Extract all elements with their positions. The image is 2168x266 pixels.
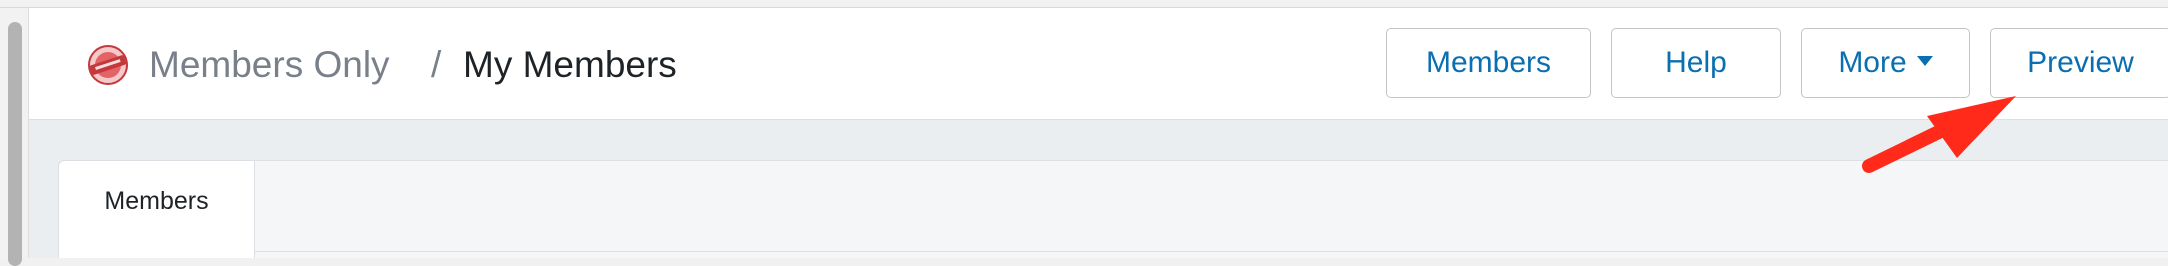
- breadcrumb-parent-link[interactable]: Members Only: [149, 44, 390, 86]
- red-arrow-annotation-icon: [1862, 96, 2016, 173]
- more-dropdown-button[interactable]: More: [1801, 28, 1970, 98]
- preview-button-label: Preview: [2027, 46, 2134, 79]
- tab-members[interactable]: Members: [59, 161, 255, 258]
- tab-members-label: Members: [104, 187, 209, 215]
- window-top-edge: [0, 0, 2168, 8]
- page-header: Members Only / My Members Members Help M…: [29, 8, 2168, 120]
- app-window: Members Only / My Members Members Help M…: [0, 0, 2168, 266]
- breadcrumb-separator: /: [431, 44, 442, 85]
- members-button-label: Members: [1425, 46, 1552, 79]
- help-button[interactable]: Help: [1611, 28, 1781, 98]
- preview-button[interactable]: Preview: [1990, 28, 2168, 98]
- vertical-scrollbar[interactable]: [0, 8, 29, 266]
- members-only-logo-icon: [87, 44, 129, 86]
- page-title: My Members: [463, 44, 677, 85]
- members-button[interactable]: Members: [1386, 28, 1591, 98]
- more-button-label: More: [1838, 46, 1907, 79]
- tab-panel: Members: [58, 160, 2168, 258]
- help-button-label: Help: [1665, 46, 1727, 79]
- caret-down-icon: [1916, 56, 1933, 67]
- tab-bar-divider: [255, 251, 2168, 252]
- scrollbar-thumb[interactable]: [8, 22, 22, 266]
